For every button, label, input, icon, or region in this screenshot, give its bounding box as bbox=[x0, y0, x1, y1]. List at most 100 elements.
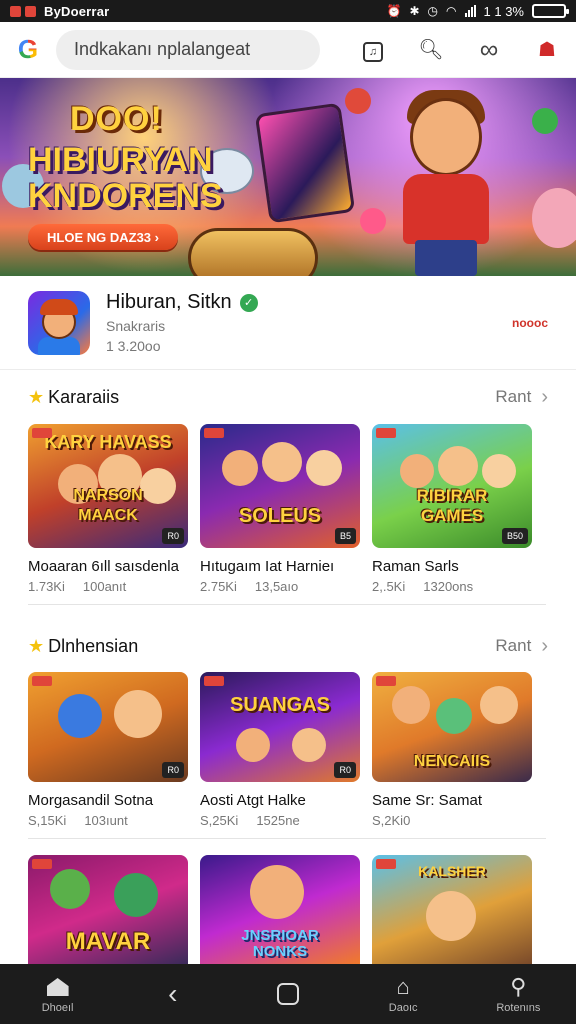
game-card-art-title: KALSHER bbox=[418, 863, 486, 879]
infinity-icon[interactable]: ∞ bbox=[474, 34, 504, 65]
game-card-image: RIBIRAR GAMES B50 bbox=[372, 424, 532, 548]
see-more-label: Rant bbox=[495, 387, 532, 406]
game-card-badge: R0 bbox=[162, 528, 184, 544]
divider bbox=[28, 838, 546, 839]
back-icon: ‹ bbox=[168, 978, 178, 1009]
game-card-image: SUANGAS R0 bbox=[200, 672, 360, 782]
ribbon-icon bbox=[204, 676, 224, 686]
ribbon-icon bbox=[32, 859, 52, 869]
game-card[interactable]: SUANGAS R0 Aosti Atgt Halke S,25Ki 1525ne bbox=[200, 672, 360, 828]
nav-label: Dhoeıl bbox=[41, 1002, 74, 1014]
game-card-stat: 1525ne bbox=[256, 813, 300, 828]
game-card-title: Moaaran 6ıll saısdenla bbox=[28, 558, 179, 575]
game-card-stat: S,2Ki0 bbox=[372, 813, 411, 828]
nav-recents[interactable] bbox=[248, 981, 328, 1007]
game-card-image: KALSHER bbox=[372, 855, 532, 964]
see-more-link[interactable]: Rant › bbox=[495, 386, 548, 409]
game-card-image: SOLEUS B5 bbox=[200, 424, 360, 548]
game-card-image: KARY HAVASS NARSON MAACK R0 bbox=[28, 424, 188, 548]
banner-cta-button[interactable]: HLOE NG DAZ33 › bbox=[28, 224, 178, 250]
section-header: ★ Dlnhensian Rant › bbox=[28, 631, 548, 661]
nav-home[interactable]: Dhoeıl bbox=[18, 974, 98, 1014]
game-card-art-title: SUANGAS bbox=[229, 694, 330, 716]
app-icon bbox=[28, 290, 90, 355]
app-size: 1 3.20oo bbox=[106, 338, 161, 354]
game-card[interactable]: RIBIRAR GAMES B50 Raman Sarls 2,.5Ki 1320… bbox=[372, 424, 532, 594]
creature-illustration bbox=[532, 188, 576, 248]
game-card-badge: B50 bbox=[501, 528, 528, 544]
battery-text: 1 1 3% bbox=[483, 3, 524, 19]
game-card[interactable]: KALSHER bbox=[372, 855, 532, 964]
star-icon: ★ bbox=[28, 386, 45, 407]
search-icon[interactable]: 🔍︎ bbox=[416, 37, 446, 62]
section-title: Kararaiis bbox=[48, 386, 120, 407]
home-icon bbox=[46, 974, 69, 1000]
game-card-image: JNSRIOAR NONKS bbox=[200, 855, 360, 964]
notification-icon bbox=[25, 5, 36, 17]
cannon-illustration bbox=[188, 228, 318, 276]
hero-character-illustration bbox=[385, 90, 505, 276]
gem-icon bbox=[345, 88, 371, 114]
hero-banner[interactable]: DOO! HIBIURYAN KNDORENS HLOE NG DAZ33 › bbox=[0, 78, 576, 276]
ribbon-icon bbox=[376, 428, 396, 438]
game-card[interactable]: SOLEUS B5 Hıtugaım Iat Harnieı 2.75Ki 13,… bbox=[200, 424, 360, 594]
game-card-stat: S,15Ki bbox=[28, 813, 67, 828]
banner-title: HIBIURYAN KNDORENS bbox=[28, 142, 223, 214]
search-input[interactable]: Indkakanı nplalangeat bbox=[56, 29, 320, 70]
card-row: MAVAR JNSRIOAR NONKS KALSHER bbox=[28, 855, 548, 964]
media-icon[interactable]: ♫ bbox=[358, 38, 388, 62]
game-card-stat: 100anıt bbox=[82, 579, 127, 594]
game-card-art-title: MAVAR bbox=[65, 928, 151, 955]
gem-icon bbox=[360, 208, 386, 234]
google-logo-icon[interactable]: G bbox=[14, 34, 42, 65]
nav-profile[interactable]: ⚲ Rotenıns bbox=[478, 974, 558, 1014]
game-card-stat: 13,5aıo bbox=[254, 579, 299, 594]
profile-icon[interactable]: ☗ bbox=[532, 37, 562, 62]
see-more-link[interactable]: Rant › bbox=[495, 635, 548, 658]
game-card-image: R0 bbox=[28, 672, 188, 782]
ribbon-icon bbox=[376, 859, 396, 869]
game-card-stat: 1.73Ki bbox=[28, 579, 65, 594]
game-card[interactable]: MAVAR bbox=[28, 855, 188, 964]
game-card-art-title: SOLEUS bbox=[238, 505, 322, 527]
game-card[interactable]: R0 Morgasandil Sotna S,15Ki 103ıunt bbox=[28, 672, 188, 828]
game-card-badge: R0 bbox=[334, 762, 356, 778]
app-tag: noooc bbox=[512, 315, 548, 330]
game-card-art-title: KARY HAVASS bbox=[44, 432, 172, 452]
nav-back[interactable]: ‹ bbox=[133, 978, 213, 1009]
card-row: R0 Morgasandil Sotna S,15Ki 103ıunt SUANG… bbox=[28, 672, 548, 828]
game-card-stat: 2,.5Ki bbox=[372, 579, 406, 594]
game-card-art-title: RIBIRAR GAMES bbox=[416, 486, 488, 525]
game-card[interactable]: NENCAIIS Same Sr: Samat S,2Ki0 bbox=[372, 672, 532, 828]
game-card-stat: 1320ons bbox=[423, 579, 474, 594]
game-card-title: Aosti Atgt Halke bbox=[200, 792, 306, 809]
ribbon-icon bbox=[32, 676, 52, 686]
featured-app-row[interactable]: Hiburan, Sitkn ✓ Snakraris 1 3.20oo nooo… bbox=[0, 276, 576, 370]
bluetooth-icon: ✱ bbox=[409, 4, 420, 18]
banner-title-line2: HIBIURYAN bbox=[28, 141, 213, 179]
person-icon: ⚲ bbox=[510, 974, 527, 999]
clock-icon: ◷ bbox=[427, 4, 439, 18]
nav-label: Rotenıns bbox=[496, 1002, 541, 1014]
game-card-title: Hıtugaım Iat Harnieı bbox=[200, 558, 335, 575]
treasure-chest-illustration bbox=[254, 102, 356, 224]
game-card-image: NENCAIIS bbox=[372, 672, 532, 782]
game-card-title: Morgasandil Sotna bbox=[28, 792, 154, 809]
bottom-navigation: Dhoeıl ‹ ⌂ Daoıc ⚲ Rotenıns bbox=[0, 964, 576, 1024]
game-card-stat: 103ıunt bbox=[84, 813, 128, 828]
game-card-stat: 2.75Ki bbox=[200, 579, 237, 594]
game-card-art-title: JNSRIOAR NONKS bbox=[241, 927, 319, 960]
square-icon bbox=[276, 981, 299, 1007]
section-title: Dlnhensian bbox=[48, 635, 139, 656]
game-card[interactable]: KARY HAVASS NARSON MAACK R0 Moaaran 6ıll… bbox=[28, 424, 188, 594]
cast-icon: ⌂ bbox=[396, 974, 410, 999]
nav-label: Daoıc bbox=[388, 1002, 418, 1014]
game-card[interactable]: JNSRIOAR NONKS bbox=[200, 855, 360, 964]
game-card-image: MAVAR bbox=[28, 855, 188, 964]
game-card-art-subtitle: NARSON MAACK bbox=[73, 487, 143, 524]
nav-cast[interactable]: ⌂ Daoıc bbox=[363, 974, 443, 1014]
section-header: ★ Kararaiis Rant › bbox=[28, 382, 548, 412]
see-more-label: Rant bbox=[495, 636, 532, 655]
chevron-right-icon: › bbox=[541, 385, 548, 408]
game-card-badge: R0 bbox=[162, 762, 184, 778]
